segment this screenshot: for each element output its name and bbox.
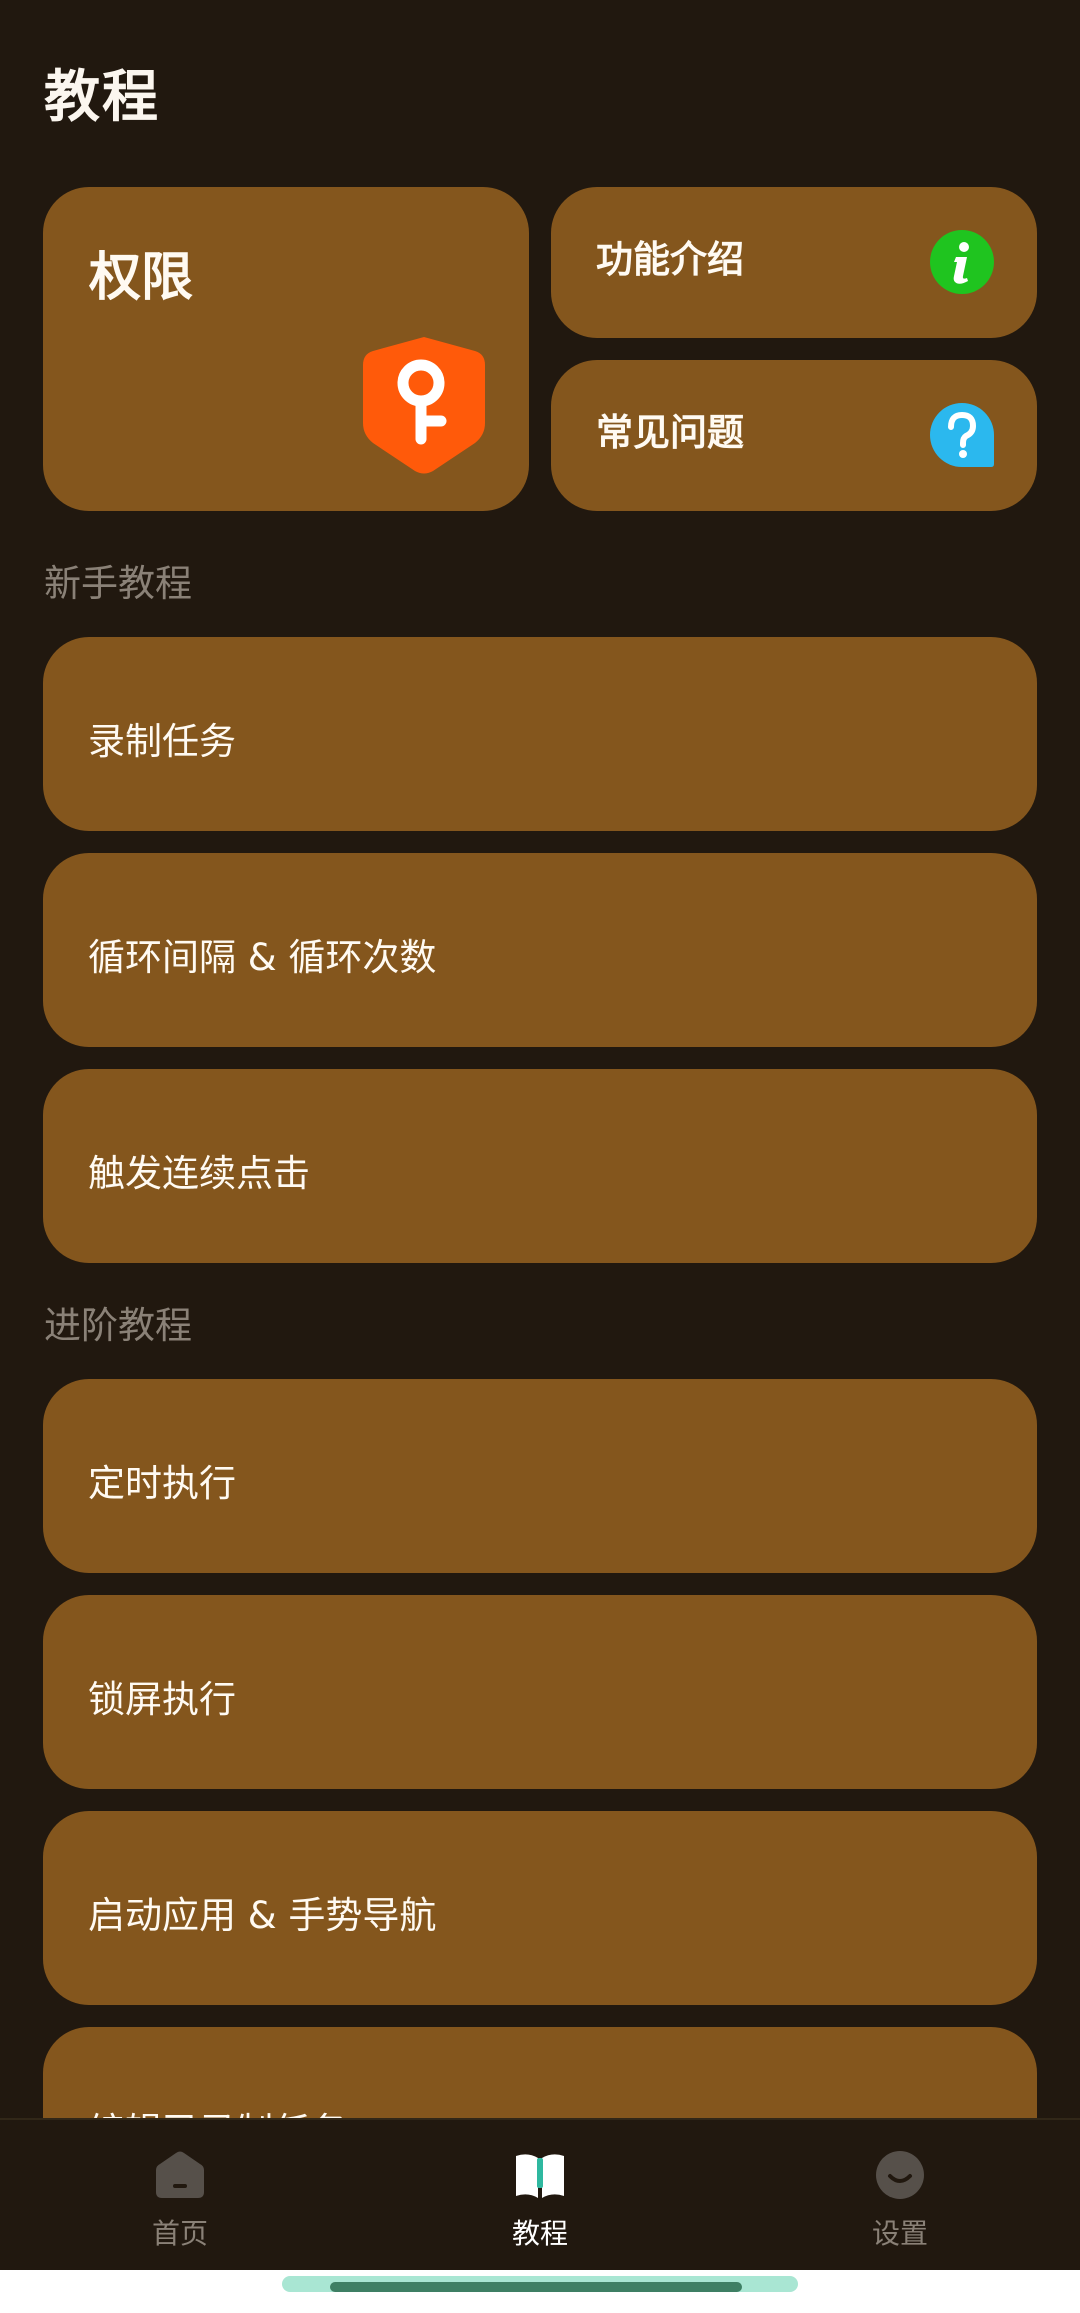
smiley-icon	[876, 2151, 924, 2199]
tutorial-item-label: 定时执行	[88, 1462, 236, 1505]
tutorial-item-label: 循环间隔 & 循环次数	[88, 936, 437, 979]
nav-item-tutorial-label: 教程	[511, 2217, 568, 2250]
page-title: 教程	[44, 65, 160, 130]
faq-card-label: 常见问题	[596, 411, 744, 454]
nav-item-tutorial[interactable]: 教程	[480, 2150, 600, 2252]
tutorial-item-scheduled-run[interactable]: 定时执行	[43, 1379, 1037, 1573]
home-icon	[156, 2151, 204, 2198]
tutorial-item-launch-app-gesture[interactable]: 启动应用 & 手势导航	[43, 1811, 1037, 2005]
permissions-card[interactable]: 权限	[43, 187, 529, 511]
faq-card[interactable]: 常见问题	[551, 360, 1037, 511]
book-icon	[516, 2154, 564, 2198]
nav-item-settings[interactable]: 设置	[840, 2150, 960, 2252]
nav-item-settings-label: 设置	[871, 2217, 928, 2250]
tutorial-item-lockscreen-run[interactable]: 锁屏执行	[43, 1595, 1037, 1789]
tutorial-item-loop-interval[interactable]: 循环间隔 & 循环次数	[43, 853, 1037, 1047]
bottom-nav: 首页 教程 设置	[0, 2118, 1080, 2272]
tutorial-item-label: 录制任务	[88, 720, 236, 763]
gesture-handle[interactable]	[330, 2282, 742, 2292]
question-icon	[930, 403, 994, 467]
features-card-label: 功能介绍	[596, 238, 744, 281]
key-shield-icon	[363, 337, 485, 474]
tutorial-item-label: 触发连续点击	[88, 1152, 310, 1195]
section-title-advanced: 进阶教程	[44, 1304, 192, 1347]
tutorial-item-label: 锁屏执行	[88, 1678, 236, 1721]
nav-item-home[interactable]: 首页	[120, 2150, 240, 2252]
info-icon	[930, 230, 994, 294]
permissions-card-label: 权限	[89, 248, 194, 308]
section-title-beginner: 新手教程	[44, 562, 192, 605]
tutorial-item-continuous-click[interactable]: 触发连续点击	[43, 1069, 1037, 1263]
nav-item-home-label: 首页	[151, 2217, 208, 2250]
features-card[interactable]: 功能介绍	[551, 187, 1037, 338]
tutorial-item-record-task[interactable]: 录制任务	[43, 637, 1037, 831]
tutorial-item-label: 启动应用 & 手势导航	[88, 1894, 437, 1937]
